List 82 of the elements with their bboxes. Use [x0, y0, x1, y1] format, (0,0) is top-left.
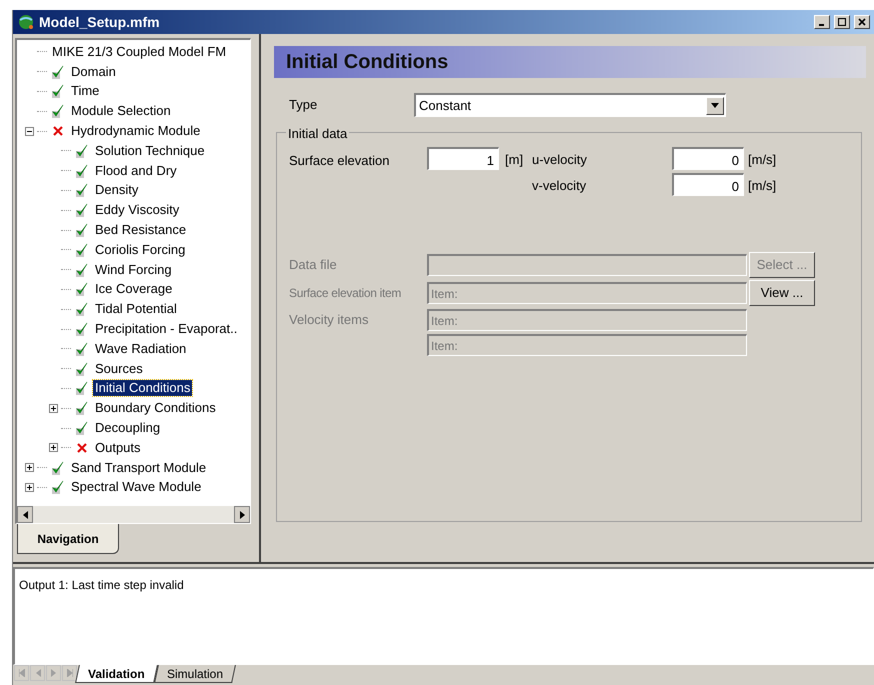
- collapse-icon[interactable]: [25, 126, 34, 136]
- checkmark-icon: [75, 421, 89, 436]
- tree-item[interactable]: Tidal Potential: [93, 301, 179, 318]
- minimize-button[interactable]: [814, 15, 830, 29]
- tree-item[interactable]: Density: [93, 182, 140, 198]
- checkmark-icon: [75, 164, 89, 178]
- panel-title: Initial Conditions: [286, 50, 448, 75]
- tree-item[interactable]: Initial Conditions: [93, 380, 192, 396]
- checkmark-icon: [75, 322, 89, 336]
- checkmark-icon: [75, 203, 89, 218]
- tree-item[interactable]: Time: [69, 83, 102, 100]
- output-tab[interactable]: Validation: [75, 665, 158, 683]
- type-dropdown[interactable]: Constant: [414, 93, 726, 117]
- tree-item[interactable]: Solution Technique: [93, 142, 207, 159]
- checkmark-icon: [51, 104, 65, 118]
- field-label: Velocity items: [289, 312, 368, 327]
- checkmark-icon: [75, 223, 89, 238]
- globe-icon: [17, 14, 35, 30]
- checkmark-icon: [75, 362, 89, 376]
- field-label: v-velocity: [532, 177, 588, 195]
- tree-item[interactable]: Sand Transport Module: [69, 460, 208, 476]
- checkmark-icon: [75, 401, 89, 416]
- window-title: Model_Setup.mfm: [39, 12, 161, 32]
- checkmark-icon: [51, 460, 65, 475]
- output-tab[interactable]: Simulation: [154, 665, 236, 683]
- unit-label: [m]: [504, 151, 524, 169]
- unit-label: [m/s]: [747, 151, 776, 169]
- close-button[interactable]: [854, 15, 870, 29]
- checkmark-icon: [75, 242, 89, 257]
- tree-item[interactable]: Sources: [93, 360, 145, 377]
- tree-item[interactable]: Ice Coverage: [93, 281, 174, 298]
- expand-icon[interactable]: [25, 463, 34, 472]
- tree-item[interactable]: Spectral Wave Module: [69, 479, 204, 496]
- tree-item[interactable]: Wave Radiation: [93, 340, 188, 357]
- tree-item[interactable]: Wind Forcing: [93, 262, 174, 278]
- unit-label: [m/s]: [747, 177, 776, 195]
- tree-item[interactable]: Module Selection: [69, 103, 173, 120]
- checkmark-icon: [51, 480, 65, 494]
- navigation-tab[interactable]: Navigation: [17, 524, 119, 554]
- maximize-icon: [838, 18, 846, 26]
- cross-icon: [52, 125, 64, 138]
- field-label: Surface elevation item: [289, 286, 402, 300]
- field-label: Surface elevation: [289, 152, 390, 170]
- field-label: Data file: [289, 257, 337, 272]
- tree-item[interactable]: Boundary Conditions: [93, 400, 218, 416]
- expand-icon[interactable]: [25, 482, 34, 492]
- tree-item[interactable]: Precipitation - Evaporat..: [93, 321, 240, 338]
- field-label: u-velocity: [532, 151, 588, 169]
- file-field[interactable]: [427, 254, 747, 276]
- right-arrow-icon[interactable]: [240, 510, 244, 518]
- checkmark-icon: [51, 84, 65, 98]
- left-arrow-icon[interactable]: [22, 510, 28, 518]
- cross-icon: [76, 442, 88, 454]
- checkmark-icon: [75, 381, 89, 396]
- tree-item[interactable]: Coriolis Forcing: [93, 242, 188, 258]
- dropdown-arrow-icon: [711, 103, 719, 108]
- checkmark-icon: [75, 282, 89, 296]
- maximize-button[interactable]: [834, 15, 850, 29]
- tree-item[interactable]: Hydrodynamic Module: [69, 123, 202, 140]
- checkmark-icon: [75, 183, 89, 198]
- checkmark-icon: [51, 64, 65, 79]
- tree-item[interactable]: Eddy Viscosity: [93, 202, 182, 218]
- close-icon: [858, 18, 866, 26]
- tree-item[interactable]: MIKE 21/3 Coupled Model FM: [50, 44, 228, 60]
- value-field[interactable]: 0: [672, 147, 744, 170]
- expand-icon[interactable]: [49, 404, 58, 413]
- output-message: Output 1: Last time step invalid: [19, 578, 184, 592]
- checkmark-icon: [75, 302, 89, 316]
- value-field[interactable]: 1: [427, 147, 499, 170]
- dialog-button[interactable]: View ...: [749, 280, 815, 306]
- tree-item[interactable]: Bed Resistance: [93, 222, 188, 238]
- tree-item[interactable]: Flood and Dry: [93, 162, 179, 179]
- checkmark-icon: [75, 144, 89, 158]
- value-field[interactable]: 0: [672, 173, 744, 196]
- expand-icon[interactable]: [49, 443, 58, 452]
- horizontal-scrollbar[interactable]: [17, 506, 250, 523]
- tree-item[interactable]: Domain: [69, 64, 118, 80]
- field-label: Type: [288, 96, 318, 114]
- checkmark-icon: [75, 342, 89, 356]
- tree-item[interactable]: Decoupling: [93, 420, 162, 436]
- tree-item[interactable]: Outputs: [93, 440, 143, 456]
- checkmark-icon: [75, 262, 89, 277]
